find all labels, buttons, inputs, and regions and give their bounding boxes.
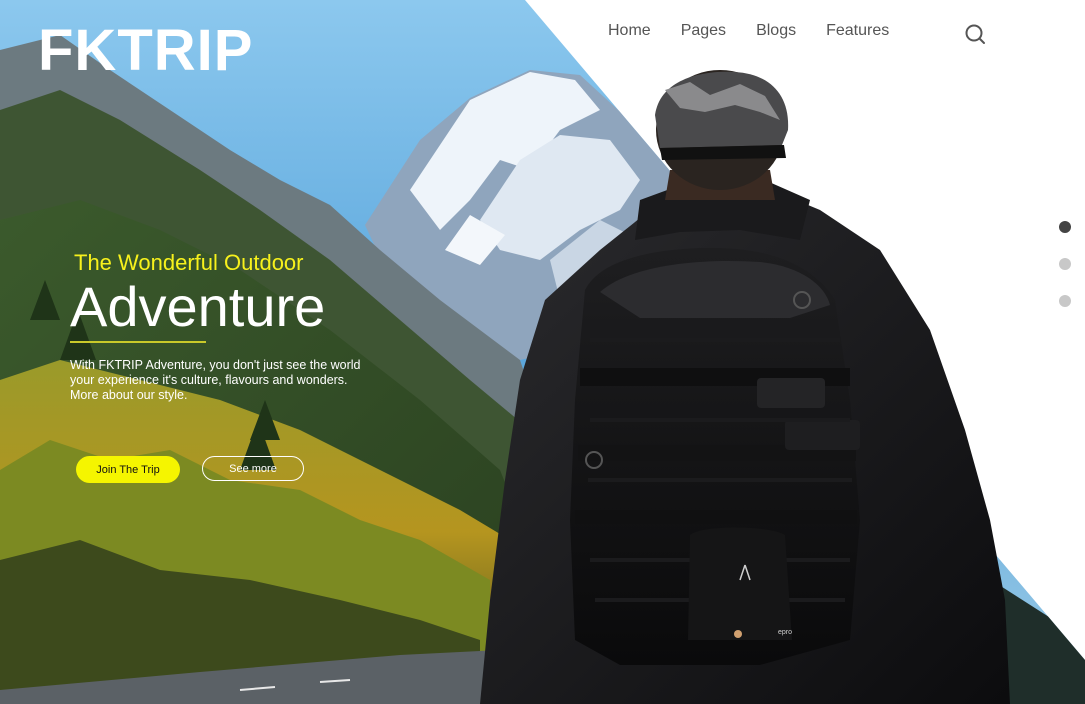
slider-dot-3[interactable]: [1059, 295, 1071, 307]
hero-description: With FKTRIP Adventure, you don't just se…: [70, 358, 390, 403]
brand-logo[interactable]: FKTRIP: [38, 22, 253, 80]
slider-dot-1[interactable]: [1059, 221, 1071, 233]
hero-section: epro FKTRIP Home Pages Blogs Features Th…: [0, 0, 1085, 704]
description-line: More about our style.: [70, 388, 188, 402]
nav-pages-link[interactable]: Pages: [681, 22, 726, 40]
slider-pagination: [1059, 221, 1071, 332]
hero-headline: Adventure: [70, 275, 326, 338]
nav-features-link[interactable]: Features: [826, 22, 889, 40]
main-navigation: Home Pages Blogs Features: [608, 22, 889, 40]
description-line: your experience it's culture, flavours a…: [70, 373, 348, 387]
hero-background-image: epro: [0, 0, 1085, 704]
nav-blogs-link[interactable]: Blogs: [756, 22, 796, 40]
hero-tagline: The Wonderful Outdoor: [74, 250, 304, 275]
slider-dot-2[interactable]: [1059, 258, 1071, 270]
headline-underline: [70, 341, 206, 343]
join-the-trip-button[interactable]: Join The Trip: [76, 456, 180, 483]
search-button[interactable]: [963, 22, 987, 46]
search-icon: [965, 24, 985, 44]
backpack-brand-label: epro: [778, 629, 792, 636]
nav-home-link[interactable]: Home: [608, 22, 651, 40]
see-more-button[interactable]: See more: [202, 456, 304, 481]
description-line: With FKTRIP Adventure, you don't just se…: [70, 358, 361, 372]
